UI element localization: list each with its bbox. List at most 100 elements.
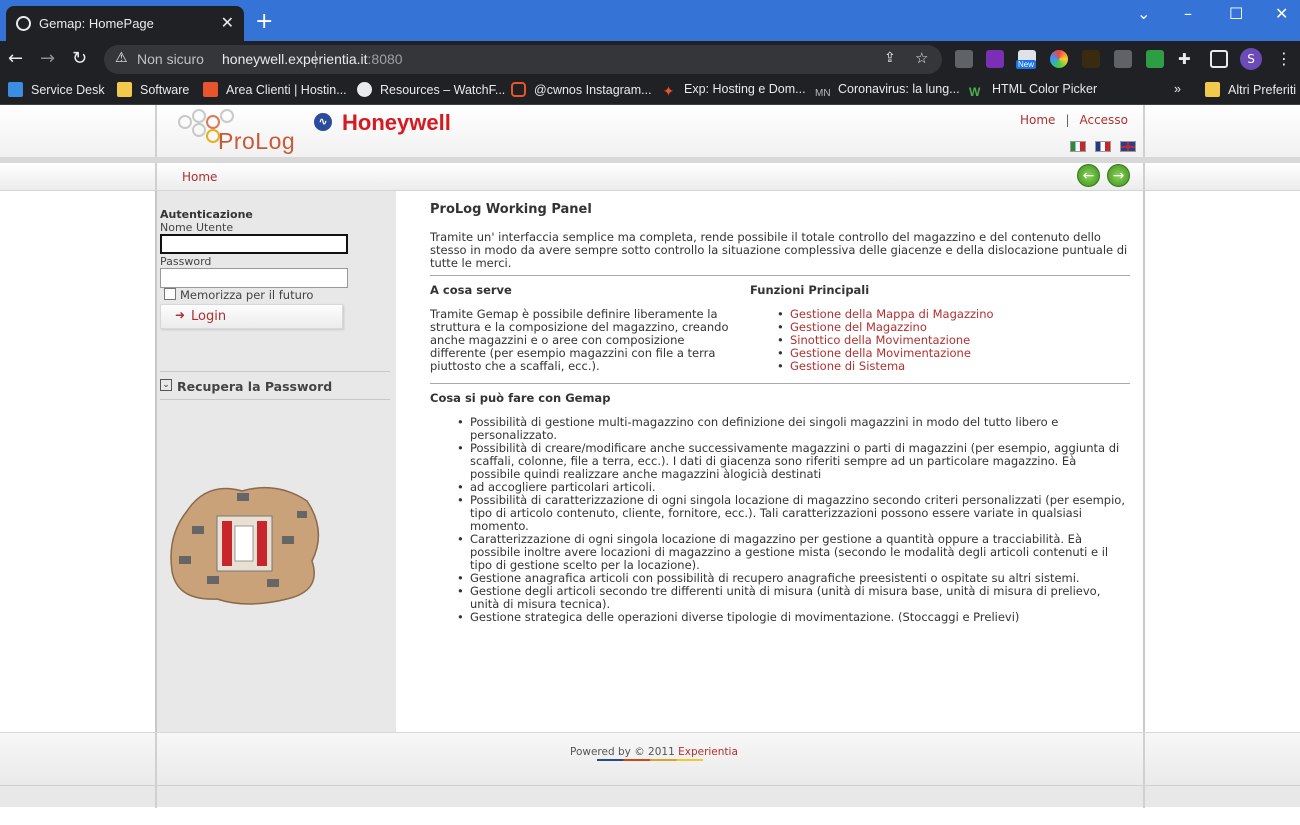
home-link[interactable]: Home xyxy=(1020,113,1055,127)
breadcrumb-home[interactable]: Home xyxy=(182,170,217,184)
minimize-icon[interactable]: – xyxy=(1184,4,1192,23)
prolog-logo-text: ProLog xyxy=(218,128,296,154)
puzzle-icon[interactable]: ✚ xyxy=(1178,50,1196,68)
bookmark-exp-hosting[interactable]: ✦ Exp: Hosting e Dom... xyxy=(661,82,806,99)
window-close-icon[interactable]: ✕ xyxy=(1275,4,1288,23)
divider xyxy=(430,275,1130,276)
warehouse-illustration xyxy=(170,486,320,605)
password-input[interactable] xyxy=(160,268,348,288)
bookmark-label: @cwnos Instagram... xyxy=(534,83,652,97)
reload-icon[interactable]: ↻ xyxy=(72,48,87,69)
list-item-text: ad accogliere particolari articoli. xyxy=(470,480,656,494)
site-header: ProLog ∿ Honeywell Home | Accesso xyxy=(0,105,1300,157)
bookmarks-bar: Service Desk Software Area Clienti | Hos… xyxy=(0,77,1300,105)
login-button[interactable]: ➜ Login xyxy=(160,304,343,329)
remember-checkbox[interactable] xyxy=(164,288,176,300)
print-icon[interactable] xyxy=(1114,50,1132,68)
login-label: Login xyxy=(191,309,227,324)
forward-arrow-icon[interactable]: → xyxy=(1107,164,1130,187)
security-label: Non sicuro xyxy=(137,51,204,67)
instagram-icon xyxy=(511,82,526,97)
experientia-link[interactable]: Experientia xyxy=(678,746,738,758)
bookmark-altri-preferiti[interactable]: Altri Preferiti xyxy=(1205,82,1296,97)
share-icon[interactable]: ⇪ xyxy=(884,50,896,66)
mn-icon: MN xyxy=(815,88,831,99)
recover-password-section[interactable]: ⌄ Recupera la Password xyxy=(160,371,390,400)
italian-flag-icon[interactable] xyxy=(1070,141,1086,152)
bookmark-label: Coronavirus: la lung... xyxy=(838,82,960,96)
back-icon[interactable]: ← xyxy=(8,48,23,69)
bookmark-html-color-picker[interactable]: W HTML Color Picker xyxy=(969,82,1097,100)
bookmark-service-desk[interactable]: Service Desk xyxy=(8,82,105,97)
logo-circle-4 xyxy=(220,109,234,123)
main-content: ProLog Working Panel Tramite un' interfa… xyxy=(430,191,1130,732)
k-extension-icon[interactable] xyxy=(1082,50,1100,68)
bookmark-coronavirus[interactable]: MN Coronavirus: la lung... xyxy=(815,82,960,103)
header-frame xyxy=(155,105,1145,157)
bookmark-resources[interactable]: Resources – WatchF... xyxy=(357,82,505,97)
bookmark-label: Exp: Hosting e Dom... xyxy=(684,82,806,96)
funzione-sistema-link[interactable]: Gestione di Sistema xyxy=(750,360,994,374)
new-badge: New xyxy=(1016,60,1037,69)
cosa-title: Cosa si può fare con Gemap xyxy=(430,391,611,405)
more-bookmarks-chevron[interactable]: » xyxy=(1174,82,1181,96)
footer-stripes xyxy=(597,759,703,761)
list-item-text: Possibilità di caratterizzazione di ogni… xyxy=(470,493,1125,533)
logo-circle-5 xyxy=(192,123,206,137)
address-bar[interactable]: ⚠ Non sicuro honeywell.experientia.it:80… xyxy=(104,45,942,74)
hosting-icon xyxy=(203,82,218,97)
profile-avatar[interactable]: S xyxy=(1240,48,1262,70)
logo-circle-1 xyxy=(178,115,192,129)
list-item: • Gestione degli articoli secondo tre dif… xyxy=(457,584,1101,611)
logo-circle-3 xyxy=(206,115,220,129)
bookmark-star-icon[interactable]: ☆ xyxy=(915,49,928,67)
bookmark-label: HTML Color Picker xyxy=(992,82,1098,96)
site-footer: Powered by © 2011 Experientia xyxy=(0,732,1300,786)
url-host: honeywell.experientia.it xyxy=(222,51,368,67)
remember-me[interactable]: Memorizza per il futuro xyxy=(164,288,313,302)
two-extension-icon[interactable] xyxy=(1146,50,1164,68)
list-item: • Caratterizzazione di ogni singola locaz… xyxy=(457,532,1109,572)
menu-icon[interactable]: ⋮ xyxy=(1276,49,1292,68)
a-cosa-serve-title: A cosa serve xyxy=(430,283,512,297)
close-tab-icon[interactable]: ✕ xyxy=(221,13,234,33)
bookmark-instagram[interactable]: @cwnos Instagram... xyxy=(511,82,652,97)
divider xyxy=(430,383,1130,384)
username-input[interactable] xyxy=(160,234,348,254)
bookmark-software[interactable]: Software xyxy=(117,82,189,97)
french-flag-icon[interactable] xyxy=(1095,141,1112,152)
tab-search-icon[interactable]: ⌄ xyxy=(1137,4,1150,23)
new-tab-button[interactable]: + xyxy=(255,9,273,34)
w3-icon: W xyxy=(969,85,981,99)
accesso-link[interactable]: Accesso xyxy=(1079,113,1127,127)
uk-flag-icon[interactable] xyxy=(1120,141,1137,152)
intro-text: Tramite un' interfaccia semplice ma comp… xyxy=(430,230,1128,270)
prolog-logo[interactable]: ProLog xyxy=(176,109,296,157)
url-port: :8080 xyxy=(367,51,403,67)
username-label: Nome Utente xyxy=(160,221,234,234)
honeywell-logo-text: Honeywell xyxy=(342,110,451,135)
list-item-text: Gestione degli articoli secondo tre diff… xyxy=(470,584,1101,611)
maximize-icon[interactable]: ☐ xyxy=(1229,4,1243,23)
link-separator: | xyxy=(1065,113,1070,127)
extension-icon[interactable] xyxy=(955,50,973,68)
remember-label: Memorizza per il futuro xyxy=(180,288,314,302)
arrow-right-icon: ➜ xyxy=(175,308,186,322)
honeywell-globe-icon: ∿ xyxy=(314,113,332,131)
warning-icon: ⚠ xyxy=(115,50,128,66)
panel-title: ProLog Working Panel xyxy=(430,202,592,217)
forward-icon[interactable]: → xyxy=(40,48,55,69)
folder-icon xyxy=(117,82,132,97)
bookmark-area-clienti[interactable]: Area Clienti | Hostin... xyxy=(203,82,347,97)
back-arrow-icon[interactable]: ← xyxy=(1077,164,1100,187)
funzioni-title: Funzioni Principali xyxy=(750,283,870,297)
onenote-icon[interactable] xyxy=(986,50,1004,68)
bookmark-label: Service Desk xyxy=(31,83,105,97)
browser-tab[interactable]: Gemap: HomePage ✕ xyxy=(6,6,244,41)
extension-new-icon[interactable]: New xyxy=(1016,50,1037,69)
navbar-frame xyxy=(155,163,1145,191)
list-item-text: Possibilità di gestione multi-magazzino … xyxy=(470,415,1059,442)
logo-circle-2 xyxy=(192,109,206,123)
color-picker-icon[interactable] xyxy=(1050,50,1068,68)
sidepanel-icon[interactable] xyxy=(1210,50,1228,68)
